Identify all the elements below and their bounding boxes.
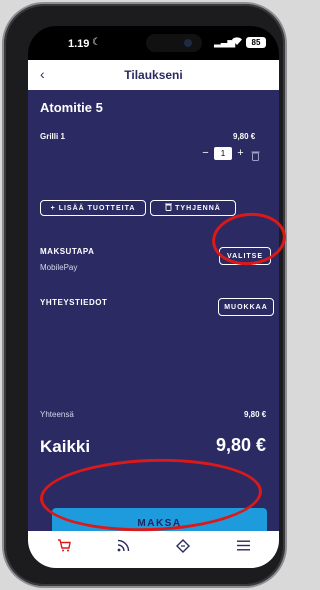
chevron-left-icon[interactable]: ‹: [40, 66, 45, 82]
choose-payment-button[interactable]: VALITSE: [219, 247, 271, 265]
quantity-stepper: − 1 +: [200, 147, 261, 161]
bottom-tab-bar: [28, 531, 279, 568]
add-products-label: LISÄÄ TUOTTEITA: [58, 204, 136, 212]
plus-icon: +: [50, 204, 56, 212]
increase-quantity-button[interactable]: +: [235, 147, 246, 160]
app-screen: 1.19 ☾ ▂▃▅ 85 ‹ Tilaukseni Atomitie 5 Gr…: [28, 26, 279, 568]
page-title: Tilaukseni: [124, 68, 183, 82]
edit-contact-button[interactable]: MUOKKAA: [218, 298, 274, 316]
clear-cart-button[interactable]: TYHJENNÄ: [150, 200, 236, 216]
wifi-icon: [231, 36, 243, 49]
rss-icon[interactable]: [114, 537, 134, 555]
phone-frame: 1.19 ☾ ▂▃▅ 85 ‹ Tilaukseni Atomitie 5 Gr…: [4, 4, 285, 586]
moon-icon: ☾: [92, 37, 101, 48]
status-bar: 1.19 ☾ ▂▃▅ 85: [28, 26, 279, 60]
total-value: 9,80 €: [216, 435, 267, 455]
subtotal-value: 9,80 €: [244, 410, 267, 419]
order-item-price: 9,80 €: [233, 132, 256, 141]
tag-icon[interactable]: [173, 537, 193, 555]
payment-method-label: MAKSUTAPA: [40, 247, 95, 256]
status-time: 1.19: [68, 38, 90, 50]
decrease-quantity-button[interactable]: −: [200, 147, 211, 160]
contact-info-label: YHTEYSTIEDOT: [40, 298, 108, 307]
dynamic-island: [146, 34, 202, 52]
quantity-value[interactable]: 1: [214, 147, 232, 160]
subtotal-label: Yhteensä: [40, 410, 74, 419]
total-label: Kaikki: [40, 437, 91, 456]
delivery-address: Atomitie 5: [40, 100, 103, 115]
clear-cart-label: TYHJENNÄ: [175, 204, 221, 212]
trash-icon: [165, 203, 173, 213]
trash-icon[interactable]: [251, 148, 261, 161]
add-products-button[interactable]: + LISÄÄ TUOTTEITA: [40, 200, 146, 216]
payment-method-value: MobilePay: [40, 263, 78, 272]
order-item-name: Grilli 1: [40, 132, 65, 141]
battery-indicator: 85: [246, 37, 266, 48]
cart-icon[interactable]: [54, 537, 74, 555]
page-header: ‹ Tilaukseni: [28, 60, 279, 90]
menu-icon[interactable]: [233, 537, 253, 555]
